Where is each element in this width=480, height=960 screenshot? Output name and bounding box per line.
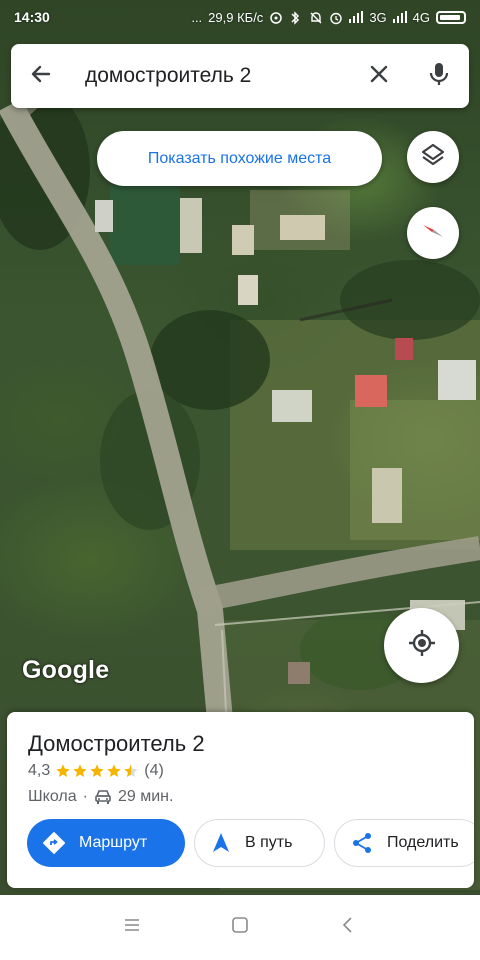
place-actions: Маршрут В путь Поделить (27, 819, 474, 867)
rating-stars (55, 763, 140, 779)
status-net-speed: 29,9 КБ/с (208, 9, 264, 25)
rating-row[interactable]: 4,3 (4) (28, 762, 164, 780)
recent-apps-button[interactable] (114, 910, 150, 946)
similar-places-chip[interactable]: Показать похожие места (97, 131, 382, 186)
arrow-back-icon (29, 62, 53, 91)
share-button-label: Поделить (387, 834, 459, 851)
search-bar[interactable]: домостроитель 2 (11, 44, 469, 108)
layers-button[interactable] (407, 131, 459, 183)
close-icon (368, 63, 390, 90)
network-3g-label: 3G (369, 9, 387, 25)
place-name: Домостроитель 2 (28, 731, 205, 756)
drive-time: 29 мин. (117, 788, 174, 805)
compass-icon (419, 217, 447, 250)
signal-icon-2 (392, 11, 407, 23)
microphone-icon (428, 61, 450, 92)
voice-search-button[interactable] (409, 44, 469, 108)
review-count: (4) (144, 762, 164, 779)
status-time: 14:30 (14, 9, 50, 25)
dnd-bell-icon (309, 11, 323, 24)
start-navigation-button[interactable]: В путь (194, 819, 325, 867)
google-logo: Google (22, 656, 110, 684)
place-category: Школа (28, 788, 77, 805)
system-nav-bar (0, 895, 480, 960)
layers-icon (420, 142, 446, 173)
status-dots: ... (191, 9, 203, 25)
bluetooth-icon (289, 11, 303, 25)
star-icon (107, 764, 121, 777)
route-button-label: Маршрут (79, 834, 148, 851)
battery-icon (436, 10, 466, 24)
star-icon (56, 764, 70, 777)
signal-icon-1 (349, 11, 364, 23)
square-home-icon (231, 916, 249, 939)
my-location-button[interactable] (384, 608, 459, 683)
compass-button[interactable] (407, 207, 459, 259)
alarm-icon (329, 11, 343, 25)
my-location-icon (407, 628, 437, 663)
start-navigation-label: В путь (245, 834, 293, 851)
home-button[interactable] (222, 910, 258, 946)
star-icon (90, 764, 104, 777)
star-icon (73, 764, 87, 777)
chevron-left-icon (341, 916, 355, 939)
rating-value: 4,3 (28, 762, 51, 779)
route-button[interactable]: Маршрут (27, 819, 185, 867)
hotspot-icon (269, 11, 283, 24)
back-button[interactable] (11, 44, 71, 108)
directions-icon (43, 832, 65, 854)
search-query[interactable]: домостроитель 2 (71, 64, 349, 88)
car-icon (94, 789, 112, 805)
share-icon (351, 832, 373, 854)
navigation-arrow-icon (211, 832, 231, 854)
system-back-button[interactable] (330, 910, 366, 946)
place-card[interactable]: Домостроитель 2 4,3 (4) Школа · 29 мин. … (7, 712, 474, 888)
half-star-icon (124, 764, 138, 777)
clear-search-button[interactable] (349, 44, 409, 108)
network-4g-label: 4G (412, 9, 430, 25)
status-bar: 14:30 ... 29,9 КБ/с 3G 4G (0, 0, 480, 34)
share-button[interactable]: Поделить (334, 819, 474, 867)
meta-separator: · (82, 788, 88, 805)
place-meta: Школа · 29 мин. (28, 788, 173, 806)
menu-lines-icon (123, 917, 141, 938)
